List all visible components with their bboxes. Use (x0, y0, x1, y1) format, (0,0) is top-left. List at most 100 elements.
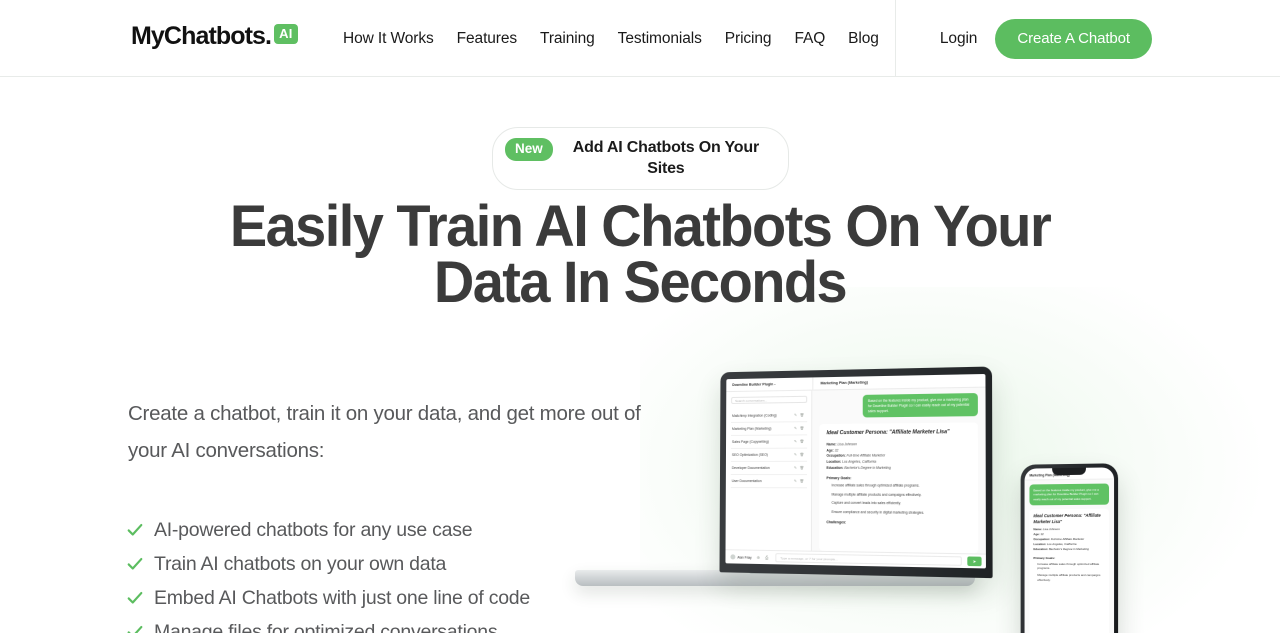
check-icon (127, 625, 143, 633)
edit-delete-icons[interactable]: ✎ 🗑 (794, 479, 805, 483)
persona-field-value: Bachelor's Degree in Marketing (1048, 546, 1089, 551)
persona-field-value: 32 (834, 448, 839, 453)
goals-heading: Primary Goals: (1033, 555, 1056, 560)
send-icon[interactable]: ➤ (967, 556, 982, 567)
nav-item-testimonials[interactable]: Testimonials (618, 30, 702, 48)
laptop-screen: Downline Builder Plugin - Marketing Plan… (725, 373, 986, 569)
app-sidebar: Search conversations... Mailchimp Integr… (725, 390, 813, 551)
nav-item-training[interactable]: Training (540, 30, 595, 48)
goal-item: Manage multiple affiliate products and c… (1037, 573, 1101, 582)
app-tab: Marketing Plan (Marketing) (812, 376, 868, 390)
sidebar-item-label: User Documentation (731, 479, 762, 484)
current-user: Alan Friay (730, 554, 752, 560)
feature-label: Train AI chatbots on your own data (154, 552, 447, 575)
nav-item-blog[interactable]: Blog (848, 30, 879, 48)
laptop-lid: Downline Builder Plugin - Marketing Plan… (719, 366, 993, 579)
sidebar-item[interactable]: User Documentation ✎ 🗑 (730, 475, 807, 489)
phone-chat-panel: Based on the features inside my product,… (1024, 479, 1115, 633)
persona-field-value: Full-time Affiliate Marketer (1050, 536, 1085, 541)
goal-item: Increase affiliate sales through optimiz… (831, 483, 920, 488)
persona-field-label: Age: (826, 448, 834, 453)
product-screenshot-mockup: Downline Builder Plugin - Marketing Plan… (575, 366, 1165, 633)
persona-field-label: Location: (1033, 541, 1047, 546)
announcement-pill[interactable]: New Add AI Chatbots On Your Sites (492, 127, 789, 191)
sidebar-item[interactable]: Marketing Plan (Marketing) ✎ 🗑 (730, 422, 808, 436)
list-item: Manage files for optimized conversations (126, 615, 530, 633)
list-item: AI-powered chatbots for any use case (126, 513, 530, 547)
user-message-bubble: Based on the features inside my product,… (862, 393, 978, 418)
sidebar-item-label: SEO Optimization (SEO) (731, 452, 768, 457)
main-nav: How It Works Features Training Testimoni… (343, 0, 879, 77)
sidebar-item-label: Sales Page (Copywriting) (731, 439, 769, 444)
phone-device: Marketing Plan (Marketing) Based on the … (1020, 463, 1119, 633)
phone-screen: Marketing Plan (Marketing) Based on the … (1024, 467, 1115, 633)
goal-item: Manage multiple affiliate products and c… (831, 492, 922, 497)
sidebar-item-label: Developer Documentation (731, 465, 770, 470)
goal-item: Increase affiliate sales through optimiz… (1037, 561, 1100, 571)
sidebar-item[interactable]: SEO Optimization (SEO) ✎ 🗑 (730, 448, 808, 462)
header-divider (895, 0, 896, 77)
hero-section: New Add AI Chatbots On Your Sites Easily… (0, 77, 1280, 633)
feature-label: Manage files for optimized conversations (154, 620, 498, 633)
message-input[interactable]: Type a message, or '/' for your prompts.… (775, 553, 962, 566)
feature-list: AI-powered chatbots for any use case Tra… (126, 513, 530, 633)
sidebar-item-label: Mailchimp Integration (Coding) (732, 413, 777, 418)
check-icon (127, 591, 143, 604)
persona-field-label: Education: (826, 465, 844, 470)
edit-delete-icons[interactable]: ✎ 🗑 (794, 426, 805, 430)
persona-field-label: Occupation: (826, 453, 846, 459)
header-actions: Login Create A Chatbot (940, 0, 1152, 77)
persona-field-label: Occupation: (1033, 536, 1051, 541)
laptop-device: Downline Builder Plugin - Marketing Plan… (719, 366, 993, 579)
sidebar-item[interactable]: Mailchimp Integration (Coding) ✎ 🗑 (731, 408, 808, 423)
chat-panel: Based on the features inside my product,… (811, 387, 986, 554)
edit-delete-icons[interactable]: ✎ 🗑 (794, 413, 805, 417)
app-body: Search conversations... Mailchimp Integr… (725, 387, 986, 554)
sidebar-item[interactable]: Sales Page (Copywriting) ✎ 🗑 (730, 435, 808, 449)
login-link[interactable]: Login (940, 30, 978, 48)
edit-delete-icons[interactable]: ✎ 🗑 (794, 466, 805, 470)
new-badge: New (505, 138, 553, 162)
challenges-heading: Challenges: (826, 520, 847, 525)
nav-item-features[interactable]: Features (457, 30, 517, 48)
page-title: Easily Train AI Chatbots On Your Data In… (229, 194, 1052, 316)
nav-item-faq[interactable]: FAQ (794, 30, 825, 48)
persona-field-label: Age: (1033, 532, 1040, 537)
create-chatbot-button[interactable]: Create A Chatbot (995, 18, 1152, 59)
site-header: MyChatbots. AI How It Works Features Tra… (0, 0, 1280, 77)
logo-ai-badge: AI (274, 23, 298, 44)
logo-text: MyChatbots. (131, 22, 272, 50)
persona-field-label: Name: (1033, 527, 1043, 532)
list-item: Embed AI Chatbots with just one line of … (126, 581, 530, 615)
feature-label: Embed AI Chatbots with just one line of … (154, 586, 530, 609)
nav-item-how-it-works[interactable]: How It Works (343, 30, 434, 48)
app-title: Downline Builder Plugin - (732, 382, 776, 388)
avatar (730, 554, 736, 560)
goal-item: Ensure compliance and security in digita… (831, 509, 925, 515)
edit-delete-icons[interactable]: ✎ 🗑 (794, 453, 805, 457)
conversation-search-input[interactable]: Search conversations... (731, 395, 808, 404)
persona-field-label: Name: (826, 442, 837, 447)
persona-field-value: Full-time Affiliate Marketer (846, 453, 886, 458)
persona-field-value: Los Angeles, California (842, 459, 877, 464)
persona-field-value: Lisa Johnson (837, 442, 857, 447)
persona-field: Education: Bachelor's Degree in Marketin… (826, 465, 970, 471)
persona-field-value: Bachelor's Degree in Marketing (844, 465, 891, 470)
sidebar-item-label: Marketing Plan (Marketing) (732, 426, 772, 431)
user-message-bubble: Based on the features inside my product,… (1029, 483, 1110, 506)
edit-delete-icons[interactable]: ✎ 🗑 (794, 439, 805, 443)
sidebar-item[interactable]: Developer Documentation ✎ 🗑 (730, 461, 808, 476)
persona-field-label: Education: (1033, 546, 1049, 551)
goals-heading: Primary Goals: (826, 476, 852, 481)
nav-item-pricing[interactable]: Pricing (725, 30, 772, 48)
check-icon (127, 523, 143, 536)
hero-subtext: Create a chatbot, train it on your data,… (128, 402, 641, 463)
logo[interactable]: MyChatbots. AI (131, 22, 298, 50)
bot-message-bubble: Ideal Customer Persona: "Affiliate Marke… (819, 422, 979, 554)
persona-field-value: Lisa Johnson (1042, 527, 1060, 532)
announcement-text: Add AI Chatbots On Your Sites (572, 139, 759, 178)
persona-title: Ideal Customer Persona: "Affiliate Marke… (1033, 512, 1101, 524)
composer-tool-icons[interactable]: ⊕ ⎙ (757, 555, 771, 560)
bot-message-bubble: Ideal Customer Persona: "Affiliate Marke… (1029, 508, 1110, 633)
goal-item: Capture and convert leads into sales eff… (831, 501, 902, 506)
